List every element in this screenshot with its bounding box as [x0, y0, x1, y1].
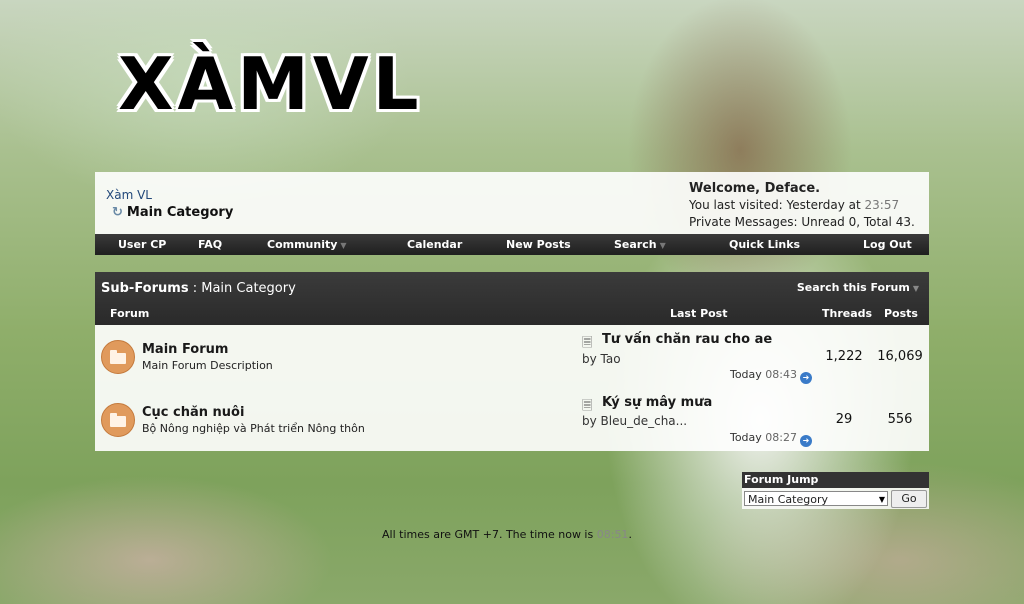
site-logo[interactable]: XÀMVL: [118, 42, 422, 126]
subforums-category: Main Category: [201, 281, 296, 296]
nav-search-label[interactable]: Search: [614, 238, 657, 251]
nav-quick-links[interactable]: Quick Links: [729, 238, 800, 251]
col-last-post: Last Post: [670, 307, 728, 320]
forum-jump-go-button[interactable]: Go: [891, 490, 927, 508]
last-post-user-link[interactable]: Tao: [601, 352, 621, 366]
folder-icon: [101, 340, 135, 374]
forum-jump-title: Forum Jump: [742, 472, 929, 488]
subforums-panel: Sub-Forums : Main Category Search this F…: [95, 272, 929, 451]
private-messages[interactable]: Private Messages: Unread 0, Total 43.: [689, 214, 915, 231]
col-forum: Forum: [110, 307, 150, 320]
footer-suffix: .: [628, 528, 632, 541]
threads-count: 29: [835, 412, 853, 427]
nav-search[interactable]: Search ▼: [614, 238, 666, 251]
nav-new-posts[interactable]: New Posts: [506, 238, 571, 251]
forum-name-link[interactable]: Main Forum: [142, 342, 228, 357]
posts-count: 556: [887, 412, 913, 427]
chevron-down-icon: ▼: [340, 241, 347, 250]
forum-jump-select[interactable]: Main Category ▼: [744, 491, 888, 506]
col-threads: Threads: [822, 307, 873, 320]
by-label: by: [582, 414, 597, 428]
last-visited-time: 23:57: [864, 198, 900, 212]
pm-label[interactable]: Private Messages:: [689, 215, 798, 229]
go-to-last-post-icon[interactable]: ➜: [800, 372, 812, 384]
nav-faq[interactable]: FAQ: [198, 238, 222, 251]
header-panel: Xàm VL ↻ Main Category Welcome, Deface. Y…: [95, 172, 929, 234]
last-post-clock: 08:27: [765, 431, 797, 444]
current-category-label: Main Category: [126, 205, 234, 220]
subforums-header: Sub-Forums : Main Category Search this F…: [95, 272, 929, 325]
last-visited-label: You last visited: Yesterday at: [689, 198, 861, 212]
forum-jump-selected[interactable]: Main Category: [748, 493, 828, 506]
col-posts: Posts: [884, 307, 918, 320]
footer-time: All times are GMT +7. The time now is 08…: [382, 528, 632, 541]
chevron-down-icon[interactable]: ▼: [879, 492, 885, 507]
last-post-title-link[interactable]: Ký sự mây mưa: [602, 395, 712, 410]
nav-community-label[interactable]: Community: [267, 238, 337, 251]
chevron-down-icon: ▼: [659, 241, 666, 250]
last-post-author: by Bleu_de_cha...: [582, 414, 687, 428]
search-this-forum-button[interactable]: Search this Forum ▼: [797, 281, 919, 294]
last-post-author: by Tao: [582, 352, 621, 366]
last-post-time: Today 08:43 ➜: [730, 368, 812, 384]
breadcrumb-current: ↻ Main Category: [112, 205, 233, 220]
forum-row: Cục chăn nuôi Bộ Nông nghiệp và Phát tri…: [95, 390, 929, 452]
last-post-date: Today: [729, 368, 762, 381]
threads-count: 1,222: [825, 349, 863, 364]
forum-description: Bộ Nông nghiệp và Phát triển Nông thôn: [142, 422, 365, 435]
nav-user-cp[interactable]: User CP: [118, 238, 166, 251]
breadcrumb-root-link[interactable]: Xàm VL: [106, 188, 152, 202]
nav-log-out[interactable]: Log Out: [863, 238, 912, 251]
refresh-icon[interactable]: ↻: [112, 205, 123, 220]
pm-value[interactable]: Unread 0, Total 43.: [801, 215, 914, 229]
main-navbar: User CP FAQ Community ▼ Calendar New Post…: [95, 234, 929, 255]
welcome-block: Welcome, Deface. You last visited: Yeste…: [689, 180, 915, 231]
last-post-date: Today: [729, 431, 762, 444]
forum-row: Main Forum Main Forum Description 🗏 Tư v…: [95, 327, 929, 389]
go-to-last-post-icon[interactable]: ➜: [800, 435, 812, 447]
subforums-title-label: Sub-Forums: [101, 281, 189, 296]
folder-icon: [101, 403, 135, 437]
forum-description: Main Forum Description: [142, 359, 273, 372]
last-post-user-link[interactable]: Bleu_de_cha...: [601, 414, 688, 428]
search-this-forum-label[interactable]: Search this Forum: [797, 281, 910, 294]
nav-calendar[interactable]: Calendar: [407, 238, 462, 251]
last-visited: You last visited: Yesterday at 23:57: [689, 197, 915, 214]
last-post-time: Today 08:27 ➜: [730, 431, 812, 447]
footer-prefix: All times are GMT +7. The time now is: [382, 528, 594, 541]
nav-community[interactable]: Community ▼: [267, 238, 347, 251]
title-separator: :: [192, 281, 198, 296]
forum-name-link[interactable]: Cục chăn nuôi: [142, 405, 244, 420]
subforums-title: Sub-Forums : Main Category: [101, 281, 296, 296]
welcome-greeting: Welcome, Deface.: [689, 181, 821, 196]
last-post-clock: 08:43: [765, 368, 797, 381]
footer-current-time: 08:51: [596, 528, 629, 541]
chevron-down-icon: ▼: [912, 284, 919, 293]
posts-count: 16,069: [877, 349, 923, 364]
forum-jump-panel: Forum Jump Main Category ▼ Go: [742, 472, 929, 509]
last-post-title-link[interactable]: Tư vấn chăn rau cho ae: [602, 332, 772, 347]
by-label: by: [582, 352, 597, 366]
